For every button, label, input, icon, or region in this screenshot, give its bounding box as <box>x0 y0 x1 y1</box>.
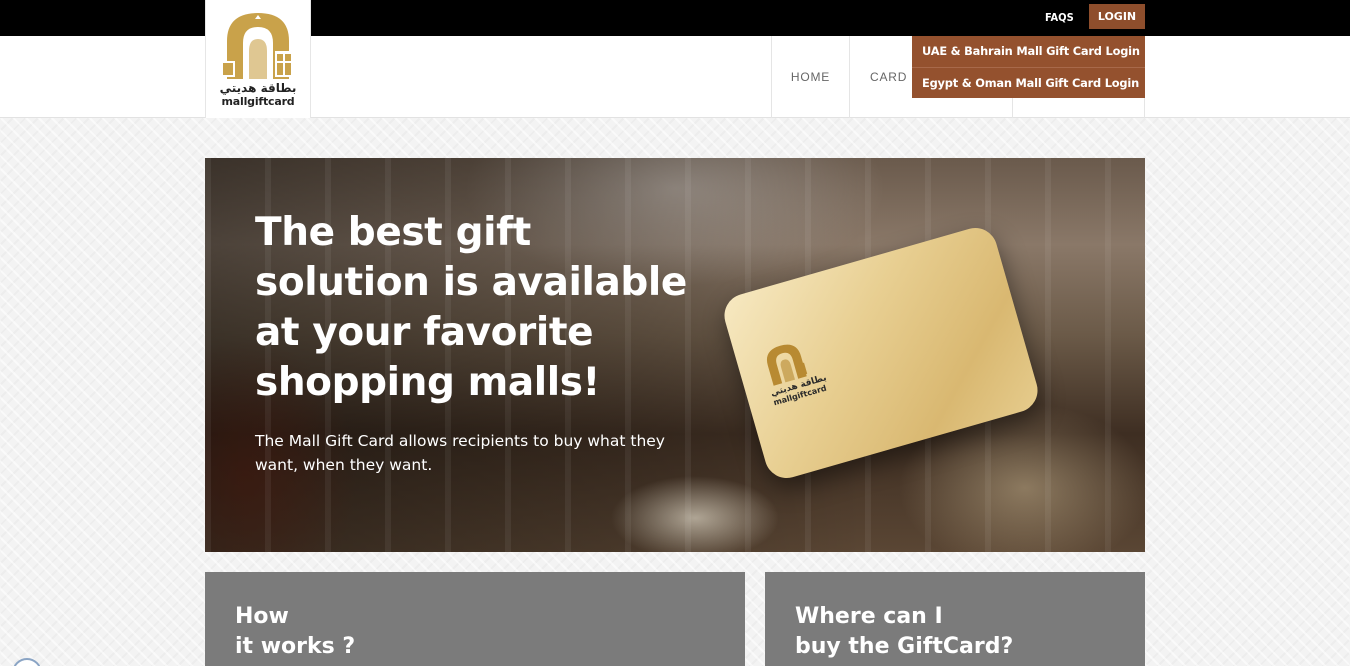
how-it-works-panel[interactable]: How it works ? <box>205 572 745 666</box>
how-it-works-line1: How <box>235 604 289 629</box>
login-button[interactable]: LOGIN <box>1089 4 1145 29</box>
gift-card-image: بطاقة هديتي mallgiftcard <box>719 222 1043 484</box>
logo-arabic-text: بطاقة هديتي <box>219 81 297 95</box>
hero-title: The best gift solution is available at y… <box>255 210 687 405</box>
where-to-buy-panel[interactable]: Where can I buy the GiftCard? <box>765 572 1145 666</box>
corner-badge-icon[interactable] <box>12 658 42 666</box>
uae-bahrain-login-link[interactable]: UAE & Bahrain Mall Gift Card Login <box>912 36 1145 67</box>
nav-home[interactable]: HOME <box>771 36 849 118</box>
site-logo[interactable]: بطاقة هديتي mallgiftcard <box>205 0 311 118</box>
mallgiftcard-logo-icon <box>221 13 293 79</box>
logo-latin-text: mallgiftcard <box>221 95 295 108</box>
egypt-oman-login-link[interactable]: Egypt & Oman Mall Gift Card Login <box>912 67 1145 98</box>
main-navbar <box>0 36 1350 118</box>
top-bar: FAQS LOGIN <box>0 0 1350 36</box>
card-logo: بطاقة هديتي mallgiftcard <box>758 334 830 407</box>
how-it-works-line2: it works ? <box>235 634 356 659</box>
hero-subtitle: The Mall Gift Card allows recipients to … <box>255 432 665 474</box>
login-dropdown-menu: UAE & Bahrain Mall Gift Card Login Egypt… <box>912 36 1145 98</box>
faqs-link[interactable]: FAQS <box>1035 5 1084 30</box>
where-to-buy-line1: Where can I <box>795 604 943 629</box>
where-to-buy-line2: buy the GiftCard? <box>795 634 1014 659</box>
hero-banner: The best gift solution is available at y… <box>205 158 1145 552</box>
